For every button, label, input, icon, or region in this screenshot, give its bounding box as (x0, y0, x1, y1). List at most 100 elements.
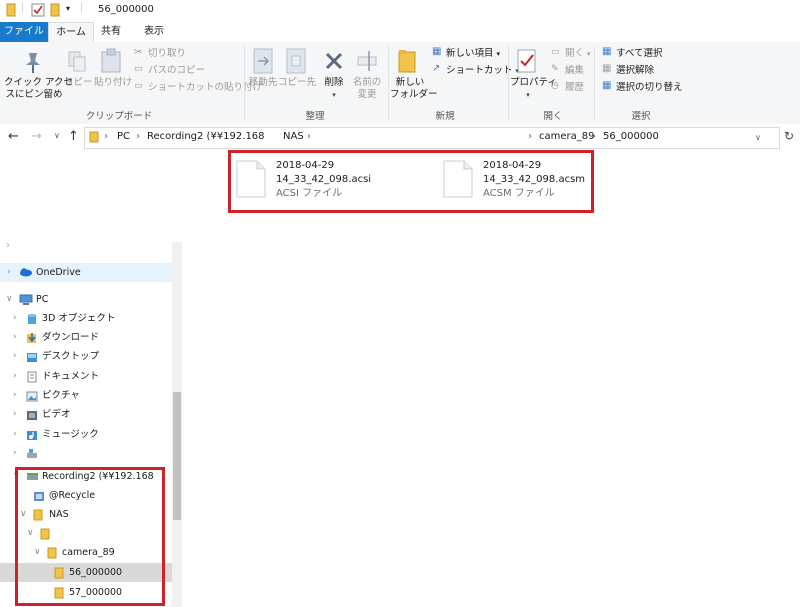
nav-item-music[interactable]: › ミュージック (0, 425, 172, 444)
invert-selection-button[interactable]: 選択の切り替え (616, 82, 683, 94)
breadcrumb-separator-icon: › (528, 131, 532, 142)
pin-label-2: スにピン留め (5, 89, 63, 100)
new-item-button[interactable]: 新しい項目 ▾ (446, 48, 500, 60)
address-dropdown-icon[interactable]: ∨ (755, 133, 761, 142)
new-folder-quick-icon[interactable] (50, 3, 60, 17)
open-button[interactable]: 開く ▾ (565, 48, 591, 60)
properties-button[interactable]: プロパティ ▾ (510, 77, 557, 101)
nav-label: ミュージック (42, 429, 99, 440)
tab-share[interactable]: 共有 (94, 22, 128, 42)
music-icon (27, 431, 37, 440)
nav-label: ダウンロード (42, 332, 100, 343)
cut-button[interactable]: 切り取り (148, 48, 186, 60)
nav-scrollbar-thumb[interactable] (173, 392, 181, 520)
nav-item-pictures[interactable]: › ピクチャ (0, 386, 172, 405)
back-icon[interactable]: ← (8, 129, 19, 144)
title-bar: | ▾ | 56_000000 (0, 0, 800, 22)
forward-icon[interactable]: → (31, 129, 42, 144)
nav-item-3d-objects[interactable]: › 3D オブジェクト (0, 309, 172, 328)
move-to-button[interactable]: 移動先 (246, 77, 280, 89)
breadcrumb-current[interactable]: 56_000000 (603, 131, 659, 142)
new-folder-button[interactable]: 新しい フォルダー (390, 77, 438, 101)
chevron-right-icon[interactable]: › (13, 386, 17, 405)
quick-access-dropdown-icon[interactable]: ▾ (66, 4, 70, 13)
nav-item-pc[interactable]: ∨ PC (0, 290, 172, 309)
new-folder-icon[interactable] (397, 48, 419, 74)
new-group-label: 新規 (435, 111, 455, 122)
properties-quick-icon[interactable] (31, 3, 45, 17)
organize-group-label: 整理 (305, 111, 325, 122)
up-icon[interactable]: ↑ (68, 129, 79, 144)
chevron-right-icon[interactable]: › (13, 367, 17, 386)
recent-locations-icon[interactable]: ∨ (54, 131, 60, 140)
chevron-down-icon[interactable]: ∨ (6, 290, 13, 309)
delete-dropdown-icon: ▾ (332, 91, 336, 99)
nav-item-local-disk[interactable]: › (0, 444, 172, 463)
properties-icon[interactable] (516, 48, 538, 74)
video-icon (27, 411, 37, 420)
pin-label-1: クイック アクセ (4, 77, 74, 88)
breadcrumb-nas[interactable]: NAS (283, 131, 304, 142)
copy-icon[interactable] (67, 50, 87, 74)
refresh-icon[interactable]: ↻ (784, 129, 794, 143)
chevron-right-icon[interactable]: › (13, 347, 17, 366)
copy-to-icon[interactable] (286, 48, 306, 74)
tab-home[interactable]: ホーム (48, 22, 94, 43)
divider: | (21, 2, 25, 13)
nav-label: ビデオ (42, 409, 71, 420)
chevron-right-icon[interactable]: › (13, 444, 17, 463)
nav-item-videos[interactable]: › ビデオ (0, 405, 172, 424)
nav-label: デスクトップ (42, 351, 100, 362)
pin-icon[interactable] (22, 50, 44, 74)
copy-button[interactable]: コピー (64, 77, 93, 89)
nav-item-onedrive[interactable]: › OneDrive (0, 263, 172, 282)
window-title: 56_000000 (98, 4, 154, 15)
ribbon-tabs: ファイル ホーム 共有 表示 (0, 22, 800, 43)
paste-icon[interactable] (100, 48, 122, 74)
edit-button[interactable]: 編集 (565, 65, 584, 77)
select-all-icon: ▦ (602, 46, 612, 57)
chevron-right-icon[interactable]: › (13, 309, 17, 328)
address-bar[interactable]: › PC › Recording2 (¥¥192.168 NAS › › cam… (84, 127, 780, 149)
document-icon (27, 371, 37, 383)
picture-icon (26, 391, 38, 402)
chevron-right-icon[interactable]: › (7, 263, 11, 282)
nav-label: ドキュメント (42, 371, 100, 382)
chevron-right-icon[interactable]: › (13, 328, 17, 347)
pin-to-quick-access-button[interactable]: クイック アクセ スにピン留め (4, 77, 74, 101)
address-bar-row: ← → ∨ ↑ › PC › Recording2 (¥¥192.168 NAS… (0, 124, 800, 152)
copy-path-button[interactable]: パスのコピー (148, 65, 205, 77)
rename-button[interactable]: 名前の 変更 (352, 77, 382, 101)
paste-button[interactable]: 貼り付け (94, 77, 132, 89)
select-none-button[interactable]: 選択解除 (616, 65, 654, 77)
chevron-right-icon[interactable]: › (13, 425, 17, 444)
navigation-pane: › › OneDrive ∨ PC › 3D オブジェクト › ダウンロード ›… (0, 152, 183, 607)
shortcut-icon: ↗ (432, 63, 441, 74)
breadcrumb-camera[interactable]: camera_89 (539, 131, 594, 142)
select-all-button[interactable]: すべて選択 (616, 48, 662, 60)
computer-icon (19, 294, 33, 305)
breadcrumb-separator-icon: › (307, 131, 311, 142)
nav-item-downloads[interactable]: › ダウンロード (0, 328, 172, 347)
open-icon: ▭ (551, 47, 560, 57)
delete-button[interactable]: 削除 ▾ (320, 77, 348, 101)
chevron-right-icon[interactable]: › (13, 405, 17, 424)
folder-icon (89, 131, 99, 143)
nav-item-documents[interactable]: › ドキュメント (0, 367, 172, 386)
copy-to-button[interactable]: コピー先 (278, 77, 316, 89)
move-to-icon[interactable] (253, 48, 273, 74)
breadcrumb-pc[interactable]: PC (117, 131, 130, 142)
delete-icon[interactable] (324, 51, 344, 71)
history-button[interactable]: 履歴 (565, 82, 584, 94)
tab-file[interactable]: ファイル (0, 22, 48, 42)
rename-icon[interactable] (357, 49, 377, 73)
collapsed-chevron-icon[interactable]: › (6, 240, 10, 251)
nav-item-desktop[interactable]: › デスクトップ (0, 347, 172, 366)
history-icon: ◷ (551, 81, 559, 91)
clipboard-group-label: クリップボード (85, 111, 153, 122)
new-item-label: 新しい項目 (446, 48, 494, 59)
delete-label: 削除 (324, 77, 344, 88)
select-group-label: 選択 (631, 111, 651, 122)
tab-view[interactable]: 表示 (134, 22, 174, 42)
breadcrumb-recording2[interactable]: Recording2 (¥¥192.168 (147, 131, 265, 142)
